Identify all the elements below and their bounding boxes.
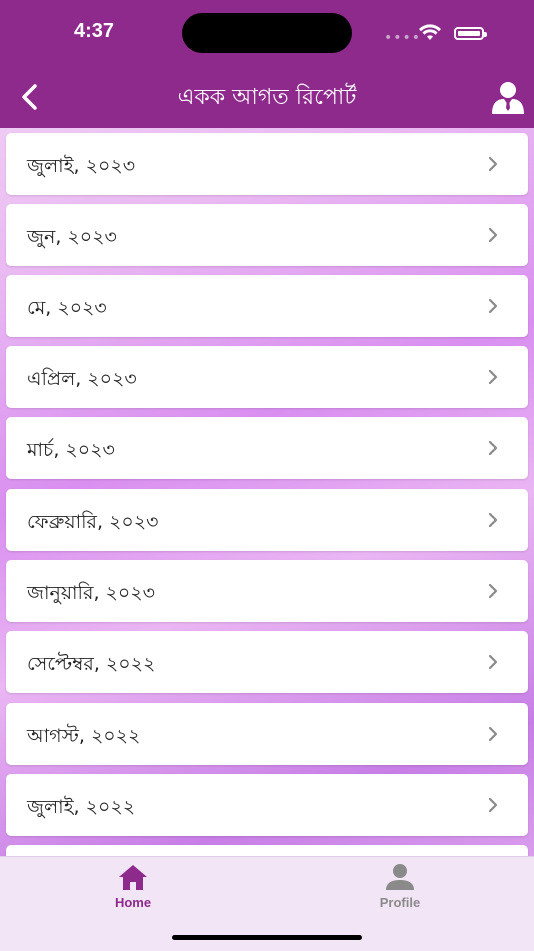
chevron-right-icon: [488, 654, 498, 670]
chevron-right-icon: [488, 726, 498, 742]
list-item[interactable]: ফেব্রুয়ারি, ২০২৩: [6, 489, 528, 551]
list-item[interactable]: মে, ২০২৩: [6, 275, 528, 337]
list-item[interactable]: এপ্রিল, ২০২৩: [6, 346, 528, 408]
home-icon: [119, 865, 147, 890]
list-item-label: আগস্ট, ২০২২: [27, 725, 141, 747]
list-item[interactable]: মার্চ, ২০২৩: [6, 417, 528, 479]
chevron-right-icon: [488, 298, 498, 314]
list-item[interactable]: আগস্ট, ২০২২: [6, 703, 528, 765]
dynamic-island: [182, 13, 352, 53]
tab-profile[interactable]: Profile: [340, 857, 460, 917]
page-title: একক আগত রিপোর্ট: [177, 85, 357, 110]
app-header: 4:37 •••• একক আগত রিপোর্ট: [0, 0, 534, 128]
chevron-right-icon: [488, 369, 498, 385]
tab-home-label: Home: [114, 895, 152, 910]
tab-profile-label: Profile: [379, 895, 421, 910]
chevron-right-icon: [488, 512, 498, 528]
chevron-right-icon: [488, 797, 498, 813]
wifi-icon: [419, 24, 441, 40]
list-item[interactable]: জুলাই, ২০২৩: [6, 133, 528, 195]
status-time: 4:37: [74, 20, 115, 42]
list-item-label: জুন, ২০২৩: [27, 226, 117, 248]
user-profile-icon[interactable]: [490, 80, 526, 114]
list-item[interactable]: সেপ্টেম্বর, ২০২২: [6, 631, 528, 693]
person-icon: [386, 864, 414, 890]
battery-icon: [454, 27, 487, 40]
list-item[interactable]: জুলাই, ২০২২: [6, 774, 528, 836]
list-item[interactable]: জানুয়ারি, ২০২৩: [6, 560, 528, 622]
signal-icon: ••••: [384, 30, 422, 46]
list-item-label: সেপ্টেম্বর, ২০২২: [27, 653, 156, 675]
chevron-right-icon: [488, 583, 498, 599]
list-item[interactable]: জুন, ২০২৩: [6, 204, 528, 266]
chevron-right-icon: [488, 440, 498, 456]
list-item-label: জুলাই, ২০২২: [27, 796, 136, 818]
chevron-right-icon: [488, 156, 498, 172]
list-item-label: জানুয়ারি, ২০২৩: [27, 582, 155, 604]
list-item-label: এপ্রিল, ২০২৩: [27, 368, 137, 390]
list-item-label: ফেব্রুয়ারি, ২০২৩: [27, 511, 159, 533]
tab-home[interactable]: Home: [73, 857, 193, 917]
home-indicator: [172, 935, 362, 940]
list-item-label: মার্চ, ২০২৩: [27, 439, 115, 461]
list-item-label: জুলাই, ২০২৩: [27, 155, 136, 177]
list-item-label: মে, ২০২৩: [27, 297, 107, 319]
chevron-right-icon: [488, 227, 498, 243]
